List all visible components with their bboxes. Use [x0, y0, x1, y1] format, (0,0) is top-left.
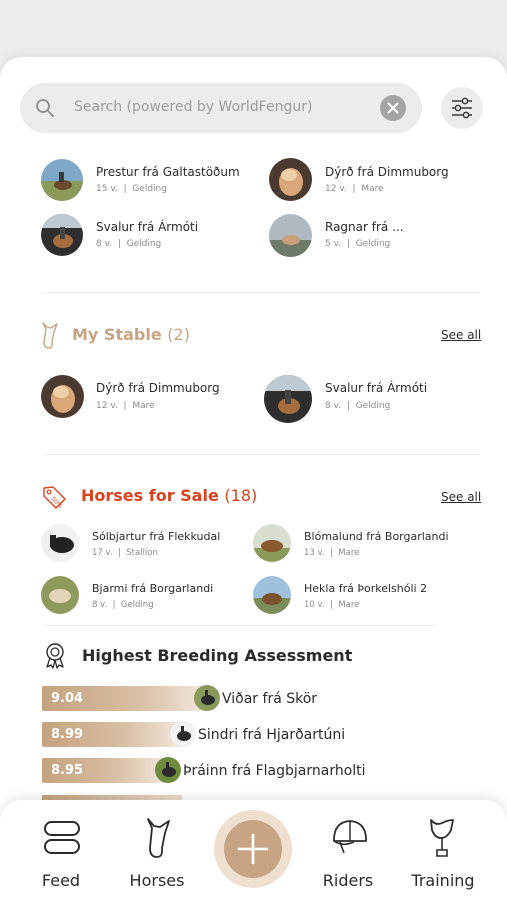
- horse-name[interactable]: Sólbjartur frá Flekkudal: [92, 530, 220, 543]
- horse-avatar[interactable]: [269, 158, 312, 201]
- breeding-bar[interactable]: 9.04: [42, 686, 207, 711]
- filter-button[interactable]: [441, 87, 483, 129]
- breeding-assessment-title: Highest Breeding Assessment: [82, 646, 353, 665]
- breeding-score: 8.99: [51, 727, 84, 742]
- divider: [42, 454, 480, 455]
- tab-training-label: Training: [411, 871, 475, 890]
- horse-avatar[interactable]: [253, 576, 291, 614]
- breeding-horse-name[interactable]: Sindri frá Hjarðartúni: [198, 727, 345, 743]
- see-all-stable-link[interactable]: See all: [441, 328, 481, 342]
- horse-meta: 12 v. | Mare: [325, 184, 384, 194]
- horse-meta: 13 v. | Mare: [304, 548, 360, 558]
- horse-avatar[interactable]: [170, 721, 196, 747]
- horse-avatar[interactable]: [194, 685, 220, 711]
- price-tag-icon: 50%: [41, 484, 67, 514]
- tab-training[interactable]: Training: [400, 800, 500, 900]
- horse-name[interactable]: Prestur frá Galtastöðum: [96, 165, 240, 179]
- horse-name[interactable]: Dýrð frá Dimmuborg: [96, 381, 220, 395]
- breeding-bar[interactable]: 8.99: [42, 722, 183, 747]
- horse-head-icon: [147, 818, 170, 858]
- horse-name[interactable]: Hekla frá Þorkelshóli 2: [304, 582, 427, 595]
- horse-name[interactable]: Svalur frá Ármóti: [325, 381, 427, 395]
- breeding-score: 9.04: [51, 691, 84, 706]
- award-ribbon-icon: [41, 641, 69, 673]
- bottom-tab-bar: Feed Horses Riders Training: [0, 800, 507, 900]
- breeding-bar[interactable]: 8.95: [42, 758, 168, 783]
- plus-icon: [237, 833, 269, 865]
- horse-avatar[interactable]: [41, 375, 84, 418]
- tab-feed[interactable]: Feed: [0, 800, 120, 900]
- riding-helmet-icon: [333, 820, 367, 854]
- horse-head-icon: [39, 320, 59, 354]
- tab-riders-label: Riders: [322, 871, 374, 890]
- horse-meta: 8 v. | Gelding: [96, 239, 162, 249]
- horse-meta: 8 v. | Gelding: [92, 600, 154, 610]
- breeding-score: 8.95: [51, 763, 84, 778]
- horse-name[interactable]: Dýrð frá Dimmuborg: [325, 165, 449, 179]
- horse-meta: 12 v. | Mare: [96, 401, 155, 411]
- horse-name[interactable]: Bjarmi frá Borgarlandi: [92, 582, 213, 595]
- breeding-horse-name[interactable]: Þráinn frá Flagbjarnarholti: [183, 763, 366, 779]
- my-stable-title: My Stable (2): [72, 325, 190, 344]
- tab-feed-label: Feed: [41, 871, 81, 890]
- horse-avatar[interactable]: [41, 214, 83, 256]
- horse-avatar[interactable]: [155, 757, 181, 783]
- horse-avatar[interactable]: [264, 375, 312, 423]
- add-button[interactable]: [214, 810, 292, 888]
- horse-avatar[interactable]: [41, 576, 79, 614]
- tab-riders[interactable]: Riders: [310, 800, 390, 900]
- horse-name[interactable]: Blómalund frá Borgarlandi: [304, 530, 449, 543]
- see-all-sale-link[interactable]: See all: [441, 490, 481, 504]
- horses-for-sale-title: Horses for Sale (18): [81, 486, 258, 505]
- horse-avatar[interactable]: [253, 524, 291, 562]
- horse-name[interactable]: Svalur frá Ármóti: [96, 220, 198, 234]
- breeding-horse-name[interactable]: Viðar frá Skör: [222, 691, 317, 707]
- horse-meta: 17 v. | Stallion: [92, 548, 158, 558]
- horse-avatar[interactable]: [41, 524, 79, 562]
- tab-horses[interactable]: Horses: [120, 800, 200, 900]
- sliders-icon: [452, 97, 472, 119]
- divider: [42, 292, 480, 293]
- tab-horses-label: Horses: [129, 871, 185, 890]
- horse-avatar[interactable]: [269, 214, 312, 257]
- search-input[interactable]: Search (powered by WorldFengur): [74, 99, 312, 115]
- horse-meta: 5 v. | Gelding: [325, 239, 391, 249]
- search-icon: [35, 98, 55, 122]
- horse-meta: 8 v. | Gelding: [325, 401, 391, 411]
- horse-name[interactable]: Ragnar frá ...: [325, 220, 404, 234]
- saddle-icon: [430, 819, 454, 857]
- horse-meta: 10 v. | Mare: [304, 600, 360, 610]
- horse-meta: 15 v. | Gelding: [96, 184, 167, 194]
- clear-search-icon[interactable]: [380, 95, 406, 121]
- feed-icon: [44, 821, 80, 854]
- search-bar[interactable]: Search (powered by WorldFengur): [20, 83, 422, 133]
- horse-avatar[interactable]: [41, 159, 83, 201]
- divider: [42, 625, 437, 626]
